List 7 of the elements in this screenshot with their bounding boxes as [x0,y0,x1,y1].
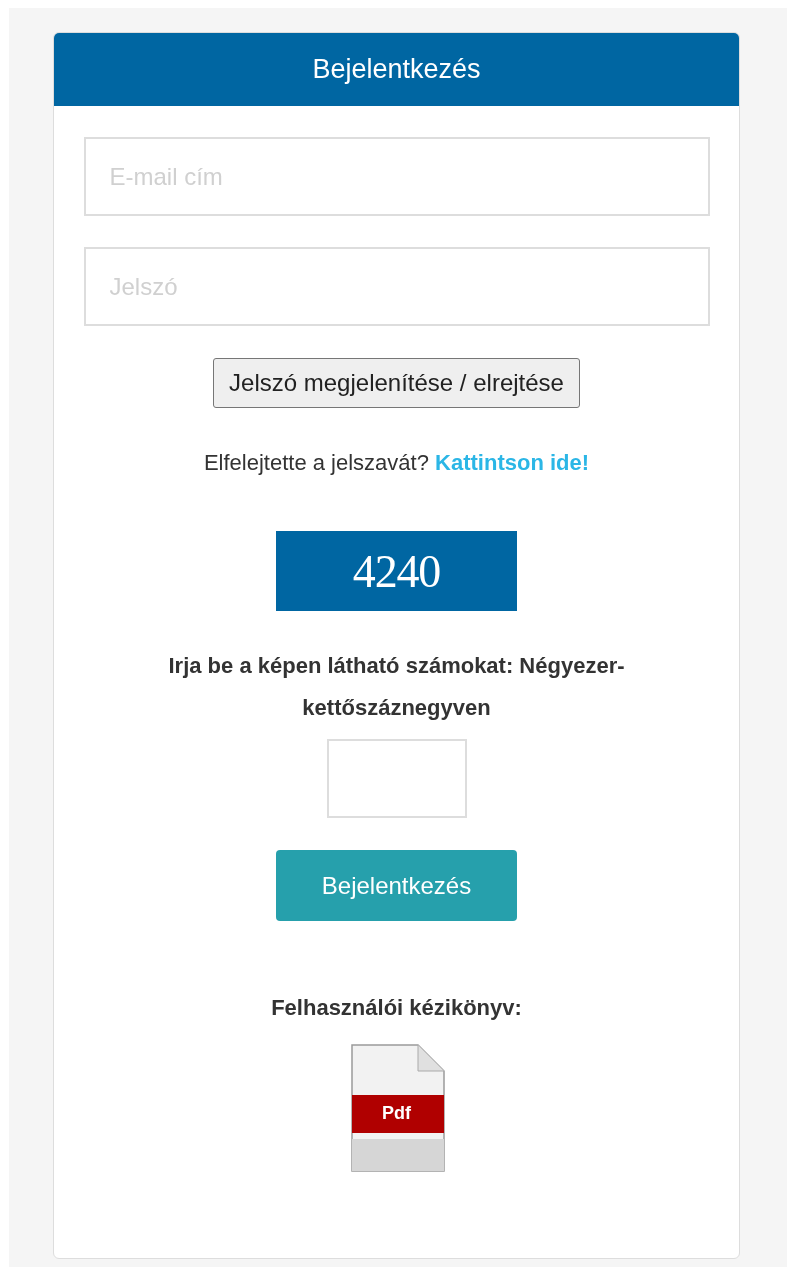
captcha-image: 4240 [276,531,517,611]
captcha-prompt: Irja be a képen látható számokat: Négyezer-kettőszáznegyven [167,652,626,722]
manual-label: Felhasználói kézikönyv: [271,994,522,1022]
captcha-field[interactable] [326,739,467,818]
card-title: Bejelentkezés [312,53,481,87]
show-password-button[interactable]: Jelszó megjelenítése / elrejtése [213,358,580,408]
forgot-password-text: Elfelejtette a jelszavát? Kattintson ide! [203,449,590,477]
